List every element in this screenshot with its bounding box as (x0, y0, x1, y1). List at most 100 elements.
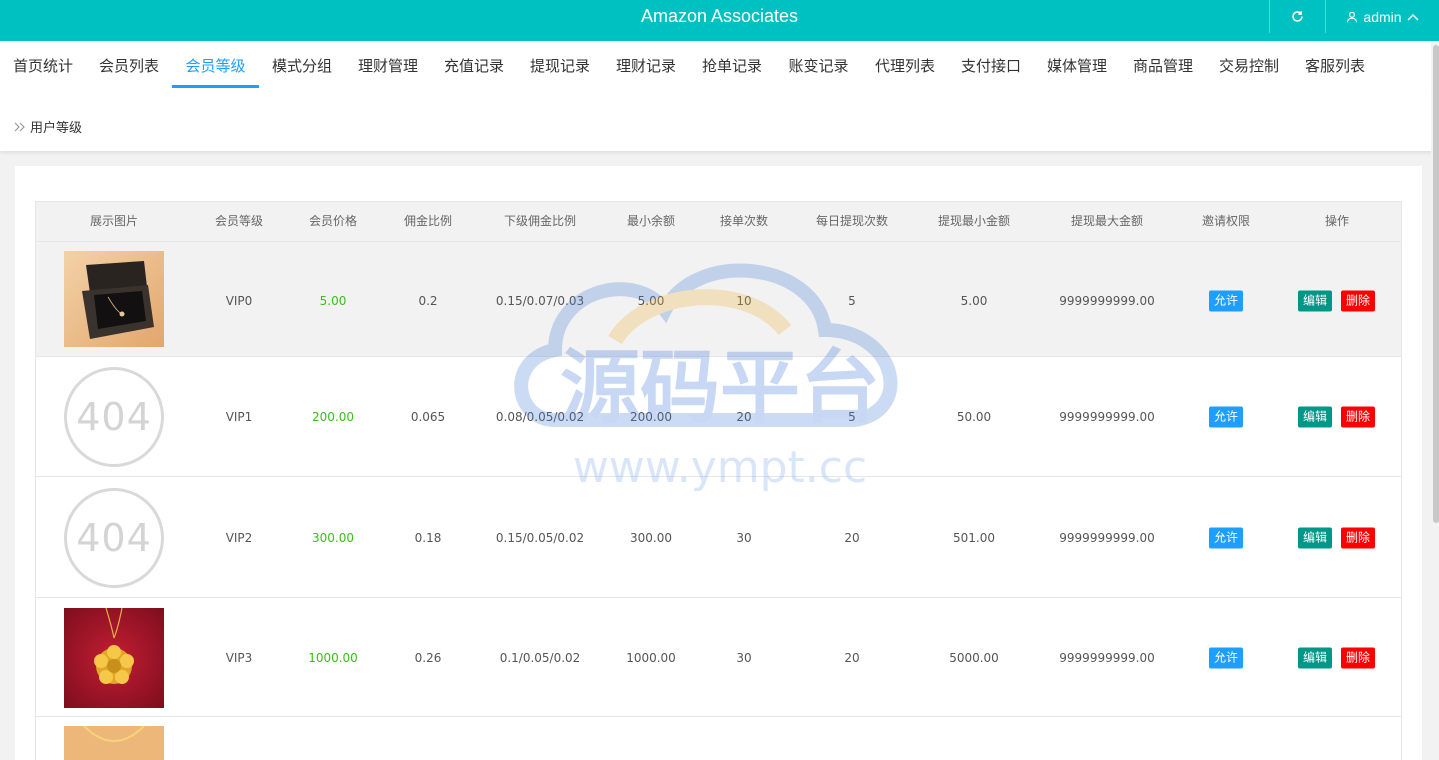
min-balance-cell: 200.00 (630, 410, 672, 424)
nav-item-11[interactable]: 代理列表 (862, 41, 948, 89)
col-min-balance-header: 最小余额 (626, 214, 676, 228)
commission-cell: 0.2 (418, 293, 438, 308)
daily-withdraw-cell: 5 (848, 293, 856, 308)
table-header: 展示图片 会员等级 会员价格 佣金比例 下级佣金比例 最小余额 接单次数 每日提现次数 提现最小… (36, 202, 1401, 242)
edit-button[interactable]: 编辑 (1297, 527, 1333, 548)
orders-cell: 30 (736, 650, 752, 665)
breadcrumb: 用户等级 (14, 117, 82, 136)
image-404-placeholder: 404 (64, 487, 164, 588)
image-404-placeholder: 404 (64, 367, 164, 467)
table-row: 404 VIP1 200.00 0.065 0.08/0.05/0.02 200.00 20… (36, 357, 1401, 477)
delete-button[interactable]: 删除 (1340, 290, 1376, 311)
col-commission-header: 佣金比例 (403, 214, 453, 228)
delete-button[interactable]: 删除 (1340, 406, 1376, 428)
nav-item-15[interactable]: 交易控制 (1206, 41, 1292, 89)
col-daily-withdraw-header: 每日提现次数 (815, 214, 889, 228)
level-image (64, 725, 164, 760)
nav-item-6[interactable]: 充值记录 (431, 41, 517, 89)
withdraw-min-cell: 50.00 (956, 410, 992, 424)
withdraw-min-cell: 5.00 (960, 293, 988, 308)
level-table: 展示图片 会员等级 会员价格 佣金比例 下级佣金比例 最小余额 接单次数 每日提现次数 提现最小… (35, 201, 1402, 760)
col-invite-header: 邀请权限 (1201, 214, 1251, 228)
app-title: Amazon Associates (640, 6, 799, 26)
sub-commission-cell: 0.15/0.05/0.02 (495, 530, 585, 545)
content-card: 展示图片 会员等级 会员价格 佣金比例 下级佣金比例 最小余额 接单次数 每日提现次数 提现最小… (15, 166, 1422, 760)
refresh-icon (1292, 11, 1303, 22)
commission-cell: 0.065 (410, 410, 446, 424)
nav-item-7[interactable]: 提现记录 (517, 41, 603, 89)
col-withdraw-max-header: 提现最大金额 (1070, 214, 1144, 228)
orders-cell: 10 (736, 293, 752, 308)
breadcrumb-current: 用户等级 (30, 121, 83, 136)
invite-allow-button[interactable]: 允许 (1208, 406, 1244, 428)
withdraw-max-cell: 9999999999.00 (1059, 410, 1155, 424)
level-cell: VIP3 (225, 650, 253, 665)
table-row: 404 VIP2 300.00 0.18 0.15/0.05/0.02 300.00 30 2… (36, 477, 1401, 598)
level-cell: VIP1 (225, 410, 253, 424)
nav-item-3[interactable]: 会员等级 (172, 41, 259, 88)
withdraw-min-cell: 5000.00 (949, 650, 999, 665)
daily-withdraw-cell: 5 (848, 410, 856, 424)
orders-cell: 20 (736, 410, 752, 424)
double-chevron-right-icon (14, 122, 25, 131)
user-menu[interactable]: admin (1325, 0, 1439, 33)
table-row: VIP0 5.00 0.2 0.15/0.07/0.03 5.00 10 5 5.00 9999… (36, 242, 1401, 357)
user-icon (1347, 11, 1358, 22)
col-sub-commission-header: 下级佣金比例 (503, 214, 577, 228)
table-row: VIP3 1000.00 0.26 0.1/0.05/0.02 1000.00 30 20 5… (36, 598, 1401, 717)
edit-button[interactable]: 编辑 (1297, 290, 1333, 311)
nav-item-1[interactable]: 首页统计 (0, 41, 86, 89)
delete-button[interactable]: 删除 (1340, 647, 1376, 668)
refresh-button[interactable] (1269, 0, 1325, 33)
table-row (36, 717, 1401, 760)
nav-item-8[interactable]: 理财记录 (603, 41, 689, 89)
withdraw-max-cell: 9999999999.00 (1059, 650, 1155, 665)
delete-button[interactable]: 删除 (1340, 527, 1376, 548)
daily-withdraw-cell: 20 (844, 530, 860, 545)
sub-commission-cell: 0.15/0.07/0.03 (495, 293, 585, 308)
sub-commission-cell: 0.1/0.05/0.02 (499, 650, 581, 665)
edit-button[interactable]: 编辑 (1297, 406, 1333, 428)
nav-item-5[interactable]: 理财管理 (345, 41, 431, 89)
username: admin (1363, 8, 1402, 25)
price-cell: 5.00 (319, 293, 347, 308)
col-price-header: 会员价格 (308, 214, 358, 228)
col-orders-header: 接单次数 (719, 214, 769, 228)
sub-commission-cell: 0.08/0.05/0.02 (495, 410, 585, 424)
nav-item-10[interactable]: 账变记录 (775, 41, 862, 89)
invite-allow-button[interactable]: 允许 (1208, 647, 1244, 668)
commission-cell: 0.26 (414, 650, 442, 665)
withdraw-max-cell: 9999999999.00 (1059, 530, 1155, 545)
level-image: 404 (64, 487, 164, 588)
breadcrumb-bar: 用户等级 (0, 91, 1439, 151)
nav-item-12[interactable]: 支付接口 (948, 41, 1034, 89)
level-cell: VIP0 (225, 293, 253, 308)
orders-cell: 30 (736, 530, 752, 545)
nav-item-2[interactable]: 会员列表 (86, 41, 172, 89)
daily-withdraw-cell: 20 (844, 650, 860, 665)
level-image (64, 251, 164, 351)
col-actions-header: 操作 (1324, 214, 1350, 228)
commission-cell: 0.18 (414, 530, 442, 545)
price-cell: 1000.00 (308, 650, 358, 665)
min-balance-cell: 300.00 (630, 530, 672, 545)
nav-item-9[interactable]: 抢单记录 (689, 41, 775, 89)
min-balance-cell: 1000.00 (626, 650, 676, 665)
nav-item-4[interactable]: 模式分组 (259, 41, 345, 89)
nav-item-16[interactable]: 客服列表 (1292, 41, 1378, 89)
nav-item-14[interactable]: 商品管理 (1120, 41, 1206, 89)
level-cell: VIP2 (225, 530, 253, 545)
col-level-header: 会员等级 (214, 214, 264, 228)
scrollbar-thumb[interactable] (1433, 45, 1439, 523)
price-cell: 200.00 (312, 410, 354, 424)
edit-button[interactable]: 编辑 (1297, 647, 1333, 668)
invite-allow-button[interactable]: 允许 (1208, 527, 1244, 548)
col-image-header: 展示图片 (89, 214, 139, 228)
withdraw-max-cell: 9999999999.00 (1059, 293, 1155, 308)
nav-item-13[interactable]: 媒体管理 (1034, 41, 1120, 89)
main-nav: 首页统计 会员列表 会员等级 模式分组 理财管理 充值记录 提现记录 理财记录 抢单记录 账变记录… (0, 41, 1439, 91)
level-image: 404 (64, 367, 164, 467)
withdraw-min-cell: 501.00 (953, 530, 995, 545)
top-header: Amazon Associates admin (0, 0, 1439, 41)
invite-allow-button[interactable]: 允许 (1208, 290, 1244, 311)
